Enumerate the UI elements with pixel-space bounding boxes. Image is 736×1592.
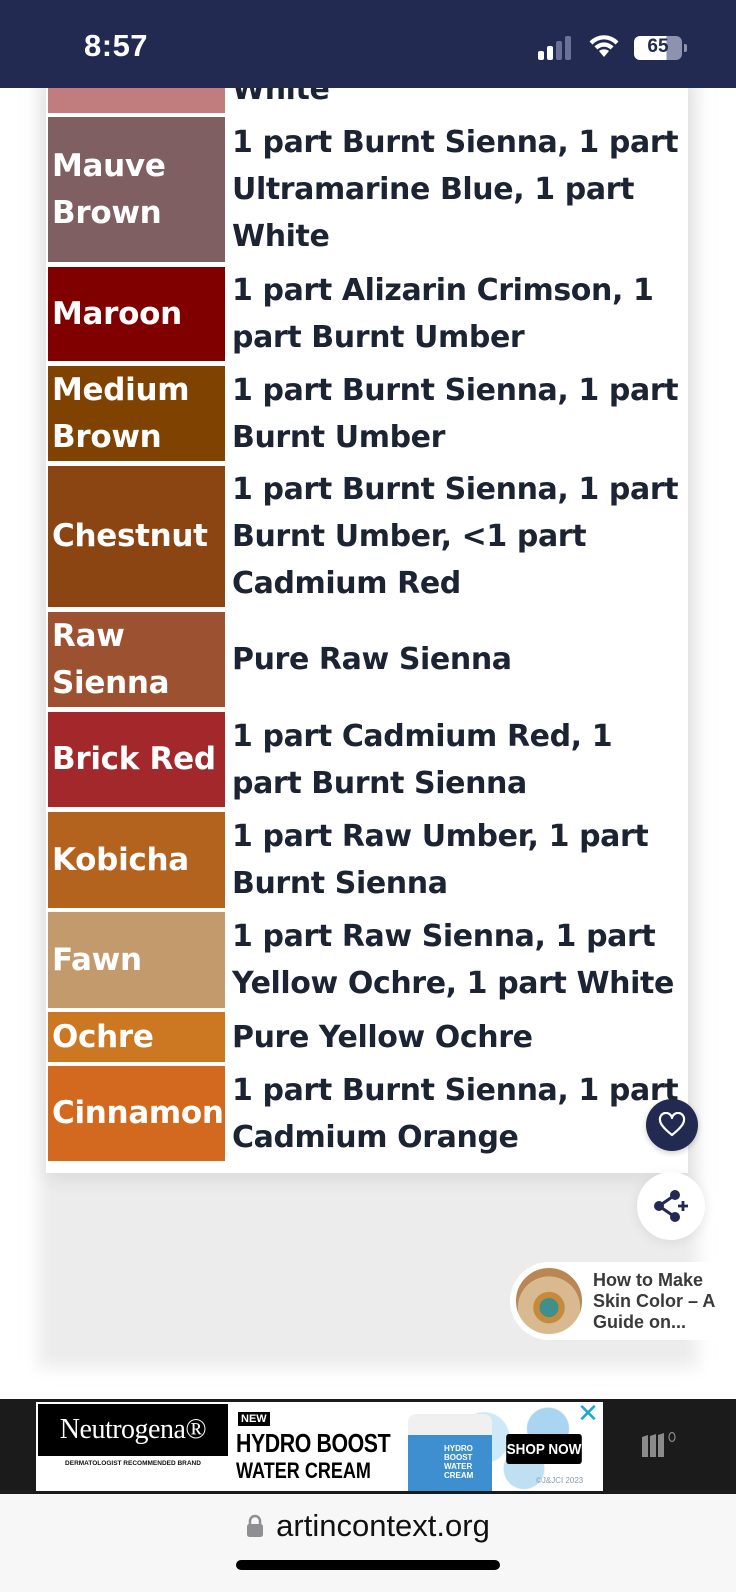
- battery-icon: 65: [634, 36, 687, 60]
- color-swatch-name: Chestnut: [48, 466, 225, 607]
- cellular-signal-icon: [538, 36, 578, 60]
- color-recipe: 1 part Burnt Sienna, 1 part Burnt Umber,…: [232, 472, 679, 601]
- lock-icon: [246, 1510, 264, 1537]
- color-recipe: 1 part Cadmium Red, 1 part Burnt Sienna: [232, 718, 613, 801]
- color-swatch-name: Ochre: [48, 1012, 225, 1062]
- table-row: Maroon 1 part Alizarin Crimson, 1 part Bu…: [48, 267, 688, 361]
- color-recipe: 1 part Burnt Sienna, 1 part Burnt Umber: [232, 372, 679, 455]
- related-article-thumbnail: [514, 1266, 584, 1336]
- table-row: Ochre Pure Yellow Ochre: [48, 1012, 688, 1062]
- browser-address-bar[interactable]: artincontext.org: [0, 1494, 736, 1592]
- ad-brand-logo: Neutrogena®: [38, 1404, 228, 1456]
- color-swatch-name: Maroon: [48, 267, 225, 361]
- ad-headline: HYDRO BOOST: [236, 1428, 391, 1458]
- table-row: Raw Sienna Pure Raw Sienna: [48, 612, 688, 707]
- heart-icon: [658, 1112, 686, 1137]
- color-recipe: 1 part Burnt Sienna, 1 part Ultramarine …: [232, 125, 679, 254]
- table-row: Kobicha 1 part Raw Umber, 1 part Burnt Si…: [48, 812, 688, 908]
- share-button[interactable]: [637, 1172, 705, 1240]
- status-bar: 8:57 65: [0, 0, 736, 88]
- color-mixing-table-card: White Mauve Brown 1 part Burnt Sienna, 1 p…: [46, 88, 688, 1173]
- color-swatch-name: Kobicha: [48, 812, 225, 908]
- table-row: Chestnut 1 part Burnt Sienna, 1 part Burn…: [48, 466, 688, 607]
- color-swatch-name: Mauve Brown: [48, 117, 225, 262]
- ad-network-logo-icon[interactable]: [640, 1431, 680, 1459]
- web-page: White Mauve Brown 1 part Burnt Sienna, 1 p…: [0, 88, 736, 1400]
- table-row: Mauve Brown 1 part Burnt Sienna, 1 part U…: [48, 117, 688, 262]
- table-row: Cinnamon 1 part Burnt Sienna, 1 part Cadm…: [48, 1066, 688, 1161]
- ad-shop-now-button[interactable]: SHOP NOW: [506, 1434, 582, 1464]
- ad-product-image: HYDRO BOOST WATER CREAM: [408, 1414, 492, 1491]
- color-swatch-name: Cinnamon: [48, 1066, 225, 1161]
- status-time: 8:57: [84, 28, 149, 63]
- color-recipe: 1 part Alizarin Crimson, 1 part Burnt Um…: [232, 273, 654, 355]
- share-plus-icon: [654, 1190, 688, 1222]
- ad-tagline: DERMATOLOGIST RECOMMENDED BRAND: [65, 1460, 201, 1467]
- wifi-icon: [588, 33, 620, 59]
- color-recipe: Pure Yellow Ochre: [232, 1019, 533, 1055]
- related-article-link[interactable]: How to Make Skin Color – A Guide on...: [510, 1262, 736, 1340]
- color-swatch-name: Raw Sienna: [48, 612, 225, 707]
- color-swatch-name: Brick Red: [48, 712, 225, 807]
- ad-copyright: ©J&JCI 2023: [536, 1476, 584, 1485]
- color-recipe: 1 part Raw Sienna, 1 part Yellow Ochre, …: [232, 919, 674, 1001]
- color-swatch-name: Fawn: [48, 912, 225, 1008]
- ad-banner-bar: Neutrogena® DERMATOLOGIST RECOMMENDED BR…: [0, 1399, 736, 1494]
- battery-level: 65: [647, 36, 669, 57]
- home-indicator[interactable]: [236, 1560, 500, 1570]
- table-row: Brick Red 1 part Cadmium Red, 1 part Burn…: [48, 712, 688, 807]
- color-swatch-name: [48, 88, 225, 113]
- table-row: Medium Brown 1 part Burnt Sienna, 1 part …: [48, 366, 688, 461]
- table-row: Fawn 1 part Raw Sienna, 1 part Yellow Och…: [48, 912, 688, 1008]
- favorite-button[interactable]: [646, 1099, 698, 1151]
- ad-close-icon[interactable]: ✕: [576, 1402, 600, 1427]
- color-recipe: 1 part Raw Umber, 1 part Burnt Sienna: [232, 819, 649, 901]
- url-domain: artincontext.org: [276, 1508, 490, 1543]
- table-row: White: [48, 88, 688, 113]
- color-swatch-name: Medium Brown: [48, 366, 225, 461]
- ad-subheadline: WATER CREAM: [236, 1458, 371, 1483]
- color-recipe: White: [232, 88, 330, 107]
- advertisement[interactable]: Neutrogena® DERMATOLOGIST RECOMMENDED BR…: [36, 1402, 603, 1491]
- color-recipe: Pure Raw Sienna: [232, 642, 512, 677]
- related-article-title: How to Make Skin Color – A Guide on...: [593, 1270, 715, 1332]
- url-display[interactable]: artincontext.org: [0, 1508, 736, 1544]
- ad-new-badge: NEW: [238, 1412, 270, 1426]
- color-recipe: 1 part Burnt Sienna, 1 part Cadmium Oran…: [232, 1072, 679, 1155]
